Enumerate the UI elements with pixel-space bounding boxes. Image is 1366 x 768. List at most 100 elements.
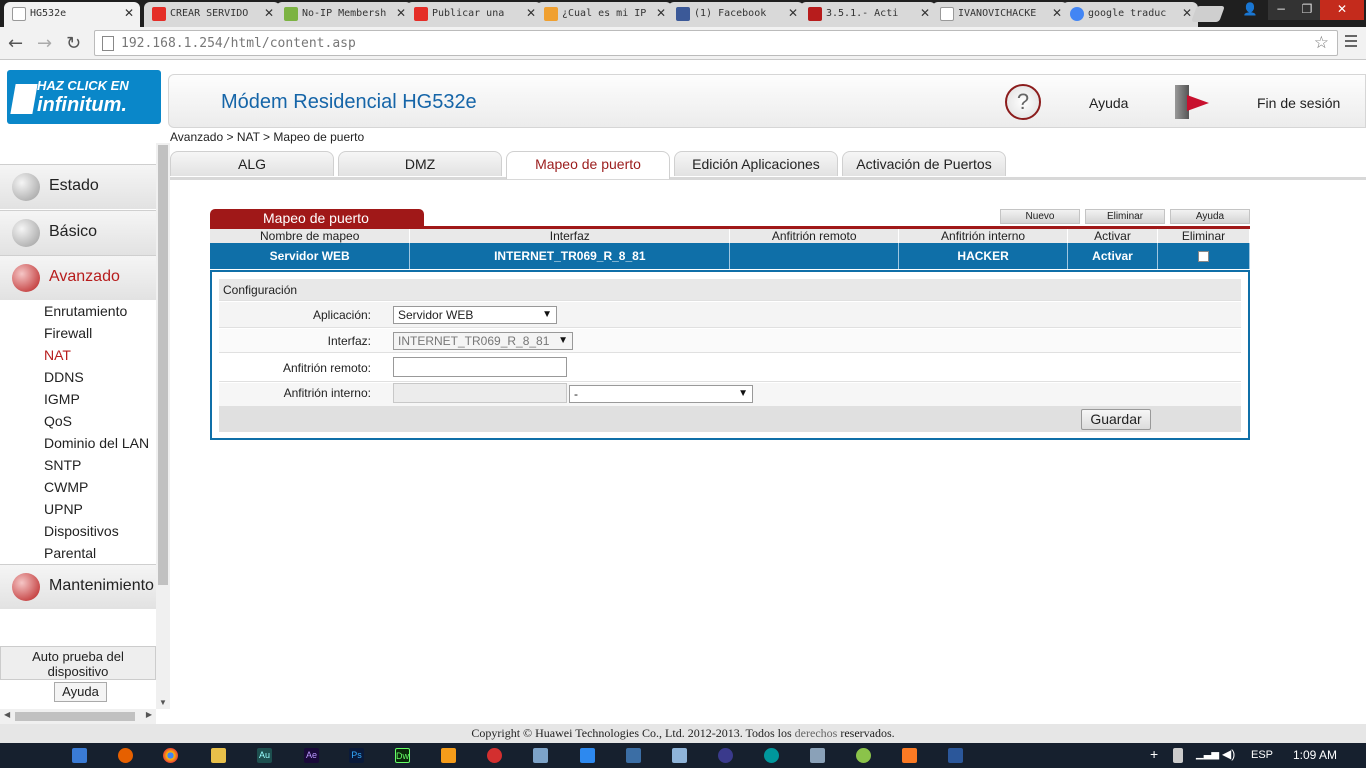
back-arrow-icon[interactable]: ← bbox=[8, 33, 23, 54]
application-select[interactable]: Servidor WEB ▼ bbox=[393, 306, 557, 324]
sidebar-subitem-ddns[interactable]: DDNS bbox=[0, 366, 156, 388]
table-row[interactable]: Servidor WEB INTERNET_TR069_R_8_81 HACKE… bbox=[210, 243, 1251, 269]
browser-tab[interactable]: No-IP Membersh ✕ bbox=[276, 2, 412, 27]
tab-edicion-aplicaciones[interactable]: Edición Aplicaciones bbox=[674, 151, 838, 176]
network-icon[interactable]: + bbox=[1150, 746, 1158, 762]
close-tab-icon[interactable]: ✕ bbox=[264, 6, 274, 20]
new-button[interactable]: Nuevo bbox=[1000, 209, 1080, 224]
close-tab-icon[interactable]: ✕ bbox=[788, 6, 798, 20]
bookmark-star-icon[interactable]: ☆ bbox=[1314, 33, 1329, 53]
clock[interactable]: 1:09 AM bbox=[1293, 748, 1337, 762]
restore-button[interactable]: ❐ bbox=[1294, 0, 1320, 20]
browser-tab[interactable]: IVANOVICHACKE ✕ bbox=[932, 2, 1068, 27]
sidebar-subitem-dominio-lan[interactable]: Dominio del LAN bbox=[0, 432, 156, 454]
delete-checkbox[interactable] bbox=[1197, 251, 1209, 263]
save-button[interactable]: Guardar bbox=[1081, 409, 1151, 430]
sidebar-subitem-upnp[interactable]: UPNP bbox=[0, 498, 156, 520]
browser-tab[interactable]: (1) Facebook ✕ bbox=[668, 2, 804, 27]
close-tab-icon[interactable]: ✕ bbox=[1182, 6, 1192, 20]
help-link[interactable]: Ayuda bbox=[1089, 95, 1128, 111]
new-tab-button[interactable] bbox=[1191, 6, 1225, 22]
page-info-icon[interactable] bbox=[102, 36, 114, 51]
logout-icon[interactable] bbox=[1173, 85, 1211, 119]
logout-link[interactable]: Fin de sesión bbox=[1257, 95, 1340, 111]
sync-app-icon[interactable] bbox=[856, 748, 871, 763]
internal-host-input[interactable] bbox=[393, 383, 567, 403]
close-tab-icon[interactable]: ✕ bbox=[526, 6, 536, 20]
browser-tab[interactable]: Publicar una ✕ bbox=[406, 2, 542, 27]
sidebar-vertical-scrollbar[interactable]: ▼ bbox=[156, 143, 170, 709]
windows-explorer-icon[interactable] bbox=[72, 748, 87, 763]
minimize-button[interactable]: − bbox=[1268, 0, 1294, 20]
browser-tab[interactable]: CREAR SERVIDO ✕ bbox=[144, 2, 280, 27]
sidebar-subitem-enrutamiento[interactable]: Enrutamiento bbox=[0, 300, 156, 322]
store-icon[interactable] bbox=[580, 748, 595, 763]
sidebar-subitem-sntp[interactable]: SNTP bbox=[0, 454, 156, 476]
close-tab-icon[interactable]: ✕ bbox=[1052, 6, 1062, 20]
self-test-button[interactable]: Auto prueba del dispositivo bbox=[0, 646, 156, 680]
tab-activacion-puertos[interactable]: Activación de Puertos bbox=[842, 151, 1006, 176]
xampp-panel-icon[interactable] bbox=[626, 748, 641, 763]
close-tab-icon[interactable]: ✕ bbox=[656, 6, 666, 20]
xampp-icon[interactable] bbox=[902, 748, 917, 763]
sidebar-subitem-igmp[interactable]: IGMP bbox=[0, 388, 156, 410]
eclipse-icon[interactable] bbox=[718, 748, 733, 763]
file-explorer-icon[interactable] bbox=[211, 748, 226, 763]
after-effects-icon[interactable]: Ae bbox=[304, 748, 319, 763]
sidebar-subitem-parental[interactable]: Parental bbox=[0, 542, 156, 564]
scroll-left-icon[interactable]: ◀ bbox=[4, 710, 10, 719]
reload-icon[interactable]: ↻ bbox=[66, 33, 81, 54]
infinitum-logo[interactable]: HAZ CLICK EN infinitum. bbox=[7, 70, 161, 124]
sidebar-horizontal-scrollbar[interactable]: ◀ ▶ bbox=[0, 709, 156, 724]
menu-icon[interactable] bbox=[1345, 35, 1357, 50]
virtualbox-icon[interactable] bbox=[533, 748, 548, 763]
photoshop-icon[interactable]: Ps bbox=[349, 748, 364, 763]
rights-link[interactable]: derechos bbox=[795, 726, 838, 740]
media-app-icon[interactable] bbox=[487, 748, 502, 763]
sidebar-item-mantenimiento[interactable]: Mantenimiento bbox=[0, 565, 156, 609]
chrome-icon[interactable] bbox=[163, 748, 178, 763]
sidebar-item-basico[interactable]: Básico bbox=[0, 211, 156, 255]
panel-help-button[interactable]: Ayuda bbox=[1170, 209, 1250, 224]
word-icon[interactable] bbox=[948, 748, 963, 763]
close-tab-icon[interactable]: ✕ bbox=[396, 6, 406, 20]
volume-icon[interactable]: ◀) bbox=[1222, 747, 1235, 761]
sidebar-subitem-cwmp[interactable]: CWMP bbox=[0, 476, 156, 498]
sidebar-help-button[interactable]: Ayuda bbox=[54, 682, 107, 702]
forward-arrow-icon[interactable]: → bbox=[37, 33, 52, 54]
sidebar-item-avanzado[interactable]: Avanzado bbox=[0, 256, 156, 300]
tab-alg[interactable]: ALG bbox=[170, 151, 334, 176]
scroll-down-icon[interactable]: ▼ bbox=[159, 698, 167, 707]
close-window-button[interactable]: ✕ bbox=[1320, 0, 1364, 20]
interface-select[interactable]: INTERNET_TR069_R_8_81 ▼ bbox=[393, 332, 573, 350]
browser-tab[interactable]: ¿Cual es mi IP ✕ bbox=[536, 2, 672, 27]
help-icon[interactable]: ? bbox=[1005, 84, 1041, 120]
sidebar-item-estado[interactable]: Estado bbox=[0, 165, 156, 209]
battery-icon[interactable] bbox=[1173, 748, 1183, 763]
browser-tab[interactable]: HG532e ✕ bbox=[4, 2, 140, 27]
arduino-icon[interactable] bbox=[764, 748, 779, 763]
dreamweaver-icon[interactable]: Dw bbox=[395, 748, 410, 763]
browser-tab[interactable]: google traduc ✕ bbox=[1062, 2, 1198, 27]
cube-app-icon[interactable] bbox=[672, 748, 687, 763]
scrollbar-thumb[interactable] bbox=[158, 145, 168, 585]
scroll-right-icon[interactable]: ▶ bbox=[146, 710, 152, 719]
language-indicator[interactable]: ESP bbox=[1251, 749, 1273, 761]
remote-host-input[interactable] bbox=[393, 357, 567, 377]
close-tab-icon[interactable]: ✕ bbox=[124, 6, 134, 20]
signal-icon[interactable]: ▁▃▅ bbox=[1196, 749, 1219, 760]
scrollbar-thumb[interactable] bbox=[15, 712, 135, 721]
tab-dmz[interactable]: DMZ bbox=[338, 151, 502, 176]
delete-button[interactable]: Eliminar bbox=[1085, 209, 1165, 224]
sidebar-subitem-firewall[interactable]: Firewall bbox=[0, 322, 156, 344]
close-tab-icon[interactable]: ✕ bbox=[920, 6, 930, 20]
sidebar-subitem-qos[interactable]: QoS bbox=[0, 410, 156, 432]
settings-icon[interactable] bbox=[810, 748, 825, 763]
sidebar-subitem-dispositivos[interactable]: Dispositivos bbox=[0, 520, 156, 542]
audition-icon[interactable]: Au bbox=[257, 748, 272, 763]
firefox-icon[interactable] bbox=[118, 748, 133, 763]
user-icon[interactable]: 👤 bbox=[1240, 0, 1260, 20]
sidebar-subitem-nat[interactable]: NAT bbox=[0, 344, 156, 366]
address-bar[interactable]: 192.168.1.254/html/content.asp ☆ bbox=[94, 30, 1338, 56]
browser-tab[interactable]: 3.5.1.- Acti ✕ bbox=[800, 2, 936, 27]
